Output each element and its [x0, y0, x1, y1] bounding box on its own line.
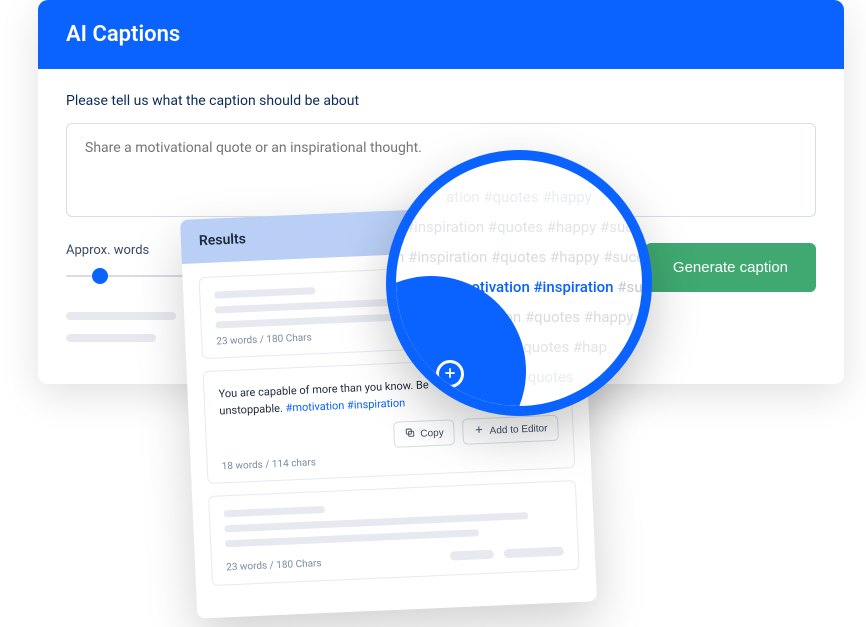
- add-hashtags-button[interactable]: [436, 360, 464, 388]
- placeholder-pill: [450, 550, 494, 561]
- add-to-editor-button[interactable]: Add to Editor: [462, 415, 559, 445]
- hashtag-line: n #inspiration #quotes #happy #succe: [396, 242, 642, 272]
- copy-label: Copy: [420, 427, 444, 439]
- hashtag-line: #inspiration #quotes #happy #suc: [396, 212, 642, 242]
- magnifier-lens: ation #quotes #happy #inspiration #quote…: [386, 150, 652, 416]
- add-label: Add to Editor: [489, 423, 547, 437]
- generate-caption-button[interactable]: Generate caption: [645, 243, 816, 292]
- placeholder-line: [214, 287, 316, 298]
- slider-thumb[interactable]: [92, 268, 108, 284]
- placeholder-line: [66, 312, 176, 320]
- dialog-header: AI Captions: [38, 0, 844, 69]
- result-meta: 23 words / 180 Chars: [226, 558, 322, 573]
- magnifier-content: ation #quotes #happy #inspiration #quote…: [396, 160, 642, 406]
- hashtag-gray: #succ: [614, 278, 642, 296]
- copy-icon: [404, 427, 416, 441]
- copy-button[interactable]: Copy: [393, 419, 455, 448]
- placeholder-line: [225, 529, 479, 547]
- hashtag-line: ation #quotes #happy: [396, 182, 642, 212]
- plus-icon: [443, 365, 457, 384]
- placeholder-line: [66, 334, 156, 342]
- result-card: 23 words / 180 Chars: [208, 480, 580, 586]
- placeholder-line: [224, 506, 326, 517]
- result-hashtags: #motivation #inspiration: [285, 396, 405, 414]
- plus-icon: [473, 424, 485, 438]
- result-text-line: unstoppable.: [219, 402, 286, 418]
- dialog-title: AI Captions: [66, 22, 180, 47]
- placeholder-actions: [449, 541, 564, 565]
- prompt-label: Please tell us what the caption should b…: [66, 93, 816, 109]
- placeholder-pill: [504, 547, 564, 559]
